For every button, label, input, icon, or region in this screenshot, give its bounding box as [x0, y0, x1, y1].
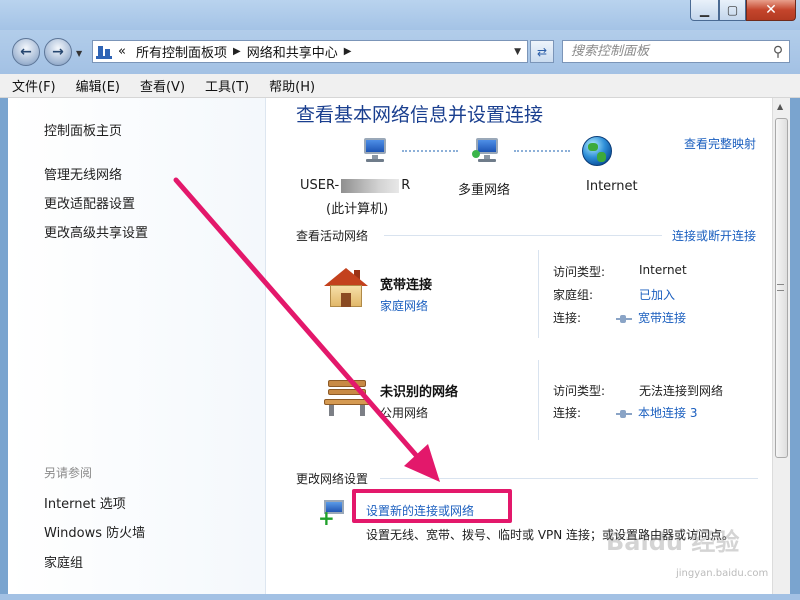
sidebar-link-internet-options[interactable]: Internet 选项 — [44, 493, 126, 512]
computer-name-label: USER- R — [300, 178, 411, 193]
vertical-scrollbar[interactable]: ▲ — [772, 98, 790, 594]
access-type-label: 访问类型: — [553, 384, 606, 398]
multiple-networks-label: 多重网络 — [458, 183, 511, 198]
bench-icon — [324, 378, 370, 416]
close-icon: ✕ — [765, 2, 777, 18]
network-name: 未识别的网络 — [380, 385, 459, 400]
close-button[interactable]: ✕ — [746, 0, 796, 21]
breadcrumb-all-control-panel-items[interactable]: 所有控制面板项 — [136, 42, 227, 61]
house-icon — [324, 268, 368, 308]
redacted-region — [341, 178, 400, 193]
minimize-icon: ▁ — [699, 3, 710, 17]
navigation-bar: ← → ▼ « 所有控制面板项 ▶ 网络和共享中心 ▶ ▼ ⇄ ⚲ — [0, 30, 800, 74]
control-panel-icon — [96, 44, 114, 60]
network-name: 宽带连接 — [380, 278, 433, 293]
back-button[interactable]: ← — [12, 38, 40, 66]
homegroup-joined-link[interactable]: 已加入 — [639, 286, 675, 303]
refresh-icon: ⇄ — [536, 44, 548, 59]
minimize-button[interactable]: ▁ — [690, 0, 719, 21]
back-arrow-icon: ← — [20, 44, 32, 60]
this-computer-label: (此计算机) — [326, 202, 389, 217]
computer-icon[interactable] — [360, 138, 390, 162]
menu-edit[interactable]: 编辑(E) — [74, 75, 122, 96]
task-sidebar: 控制面板主页 管理无线网络 更改适配器设置 更改高级共享设置 另请参阅 Inte… — [8, 98, 266, 594]
multiple-networks-icon[interactable] — [472, 138, 502, 162]
window-frame-bottom — [0, 594, 800, 600]
caption-buttons: ▁ ▢ ✕ — [690, 0, 796, 21]
active-networks-heading: 查看活动网络 — [296, 229, 369, 243]
title-bar: ▁ ▢ ✕ — [0, 0, 800, 30]
menu-help[interactable]: 帮助(H) — [267, 75, 317, 96]
internet-label: Internet — [586, 179, 638, 194]
search-icon[interactable]: ⚲ — [767, 44, 789, 60]
broadband-connection-link[interactable]: 宽带连接 — [616, 309, 686, 326]
change-settings-heading: 更改网络设置 — [296, 472, 369, 486]
forward-arrow-icon: → — [52, 44, 64, 60]
homegroup-label: 家庭组: — [553, 288, 594, 302]
connections-label: 连接: — [553, 406, 582, 420]
sidebar-link-advanced-sharing[interactable]: 更改高级共享设置 — [44, 222, 148, 241]
breadcrumb-separator-icon[interactable]: ▶ — [344, 46, 352, 57]
annotation-highlight-box — [352, 489, 512, 523]
access-type-value: Internet — [639, 263, 687, 277]
section-divider — [380, 478, 758, 479]
recent-pages-dropdown[interactable]: ▼ — [76, 49, 82, 58]
menu-file[interactable]: 文件(F) — [10, 75, 58, 96]
connect-disconnect-link[interactable]: 连接或断开连接 — [672, 227, 756, 244]
sidebar-link-windows-firewall[interactable]: Windows 防火墙 — [44, 522, 145, 541]
forward-button[interactable]: → — [44, 38, 72, 66]
section-divider — [384, 235, 662, 236]
vertical-divider — [538, 360, 539, 440]
local-connection-3-link[interactable]: 本地连接 3 — [616, 404, 697, 421]
dialup-connection-icon — [616, 409, 632, 419]
breadcrumb-network-sharing-center[interactable]: 网络和共享中心 — [247, 42, 338, 61]
sidebar-link-control-panel-home[interactable]: 控制面板主页 — [44, 120, 122, 139]
internet-globe-icon[interactable] — [582, 136, 612, 166]
scroll-up-icon[interactable]: ▲ — [777, 102, 783, 111]
search-input[interactable] — [563, 44, 767, 59]
connections-label: 连接: — [553, 311, 582, 325]
baidu-watermark: Baidu 经验 — [606, 528, 740, 556]
refresh-button[interactable]: ⇄ — [530, 40, 554, 63]
new-connection-icon: + — [318, 498, 348, 528]
network-type: 公用网络 — [380, 406, 429, 420]
map-connection-line — [402, 150, 458, 152]
sidebar-link-adapter-settings[interactable]: 更改适配器设置 — [44, 193, 135, 212]
breadcrumb-overflow[interactable]: « — [118, 44, 126, 59]
access-type-value: 无法连接到网络 — [639, 384, 724, 398]
watermark-url: jingyan.baidu.com — [676, 568, 769, 579]
address-dropdown-icon[interactable]: ▼ — [514, 47, 521, 57]
page-title: 查看基本网络信息并设置连接 — [296, 104, 544, 126]
network-type-link[interactable]: 家庭网络 — [380, 297, 428, 314]
menu-view[interactable]: 查看(V) — [138, 75, 187, 96]
dialup-connection-icon — [616, 314, 632, 324]
sidebar-link-homegroup[interactable]: 家庭组 — [44, 552, 83, 571]
sidebar-link-manage-wireless[interactable]: 管理无线网络 — [44, 164, 122, 183]
see-also-heading: 另请参阅 — [44, 466, 93, 480]
menu-bar: 文件(F) 编辑(E) 查看(V) 工具(T) 帮助(H) — [0, 74, 800, 98]
access-type-label: 访问类型: — [553, 265, 606, 279]
maximize-button[interactable]: ▢ — [719, 0, 746, 21]
menu-tools[interactable]: 工具(T) — [203, 75, 251, 96]
see-full-map-link[interactable]: 查看完整映射 — [684, 135, 756, 152]
address-bar[interactable]: « 所有控制面板项 ▶ 网络和共享中心 ▶ ▼ — [92, 40, 528, 63]
maximize-icon: ▢ — [726, 3, 739, 17]
main-content: 查看基本网络信息并设置连接 查看完整映射 USER- R (此计算机) 多重网络 … — [266, 98, 772, 594]
search-box[interactable]: ⚲ — [562, 40, 790, 63]
breadcrumb-separator-icon[interactable]: ▶ — [233, 46, 241, 57]
scrollbar-grip-icon — [777, 284, 784, 291]
vertical-divider — [538, 250, 539, 338]
map-connection-line — [514, 150, 570, 152]
